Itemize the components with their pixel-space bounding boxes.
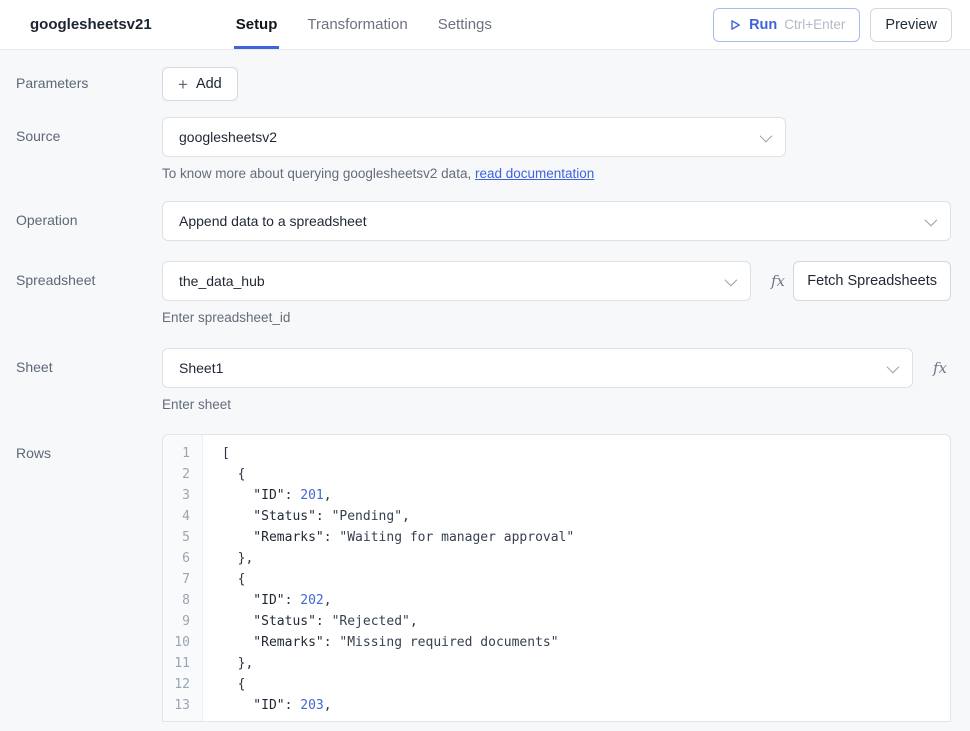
code-line: "Status": "Rejected", — [222, 611, 950, 632]
header: googlesheetsv21 Setup Transformation Setti… — [0, 0, 970, 50]
code-line: }, — [222, 548, 950, 569]
run-shortcut: Ctrl+Enter — [784, 17, 845, 32]
code-line: { — [222, 674, 950, 695]
operation-label: Operation — [16, 201, 162, 228]
rows-row: Rows 12345678910111213 [ { "ID": 201, "S… — [16, 434, 951, 722]
plus-icon: + — [178, 76, 188, 93]
add-parameter-button[interactable]: + Add — [162, 67, 238, 101]
code-line: "Status": "Pending", — [222, 506, 950, 527]
parameters-label: Parameters — [16, 67, 162, 91]
line-numbers: 12345678910111213 — [163, 435, 203, 721]
fx-toggle-icon[interactable]: fx — [929, 359, 951, 377]
selected-value: the_data_hub — [179, 273, 265, 289]
chevron-down-icon — [887, 360, 900, 373]
source-select[interactable]: googlesheetsv2 — [162, 117, 786, 157]
line-number: 7 — [163, 569, 190, 590]
line-number: 6 — [163, 548, 190, 569]
source-helper: To know more about querying googlesheets… — [162, 166, 951, 181]
add-label: Add — [196, 76, 222, 92]
query-editor: googlesheetsv21 SetupTransformationSetti… — [0, 0, 970, 722]
code-line: "ID": 201, — [222, 485, 950, 506]
tab-settings[interactable]: Settings — [436, 0, 494, 49]
line-number: 13 — [163, 695, 190, 716]
setup-panel: Parameters + Add Source googlesheetsv2 T… — [0, 50, 970, 722]
line-number: 3 — [163, 485, 190, 506]
code-line: { — [222, 464, 950, 485]
code-line: "ID": 202, — [222, 590, 950, 611]
line-number: 2 — [163, 464, 190, 485]
tab-setup[interactable]: Setup — [234, 0, 280, 49]
line-number: 10 — [163, 632, 190, 653]
preview-button[interactable]: Preview — [870, 8, 952, 42]
code-line: "Remarks": "Missing required documents" — [222, 632, 950, 653]
code-line: }, — [222, 653, 950, 674]
spreadsheet-select[interactable]: the_data_hub — [162, 261, 751, 301]
query-title: googlesheetsv21 — [30, 16, 152, 33]
fx-toggle-icon[interactable]: fx — [767, 272, 789, 290]
run-button[interactable]: Run Ctrl+Enter — [713, 8, 860, 42]
operation-select[interactable]: Append data to a spreadsheet — [162, 201, 951, 241]
documentation-link[interactable]: read documentation — [475, 166, 594, 181]
code-line: "ID": 203, — [222, 695, 950, 716]
fetch-spreadsheets-button[interactable]: Fetch Spreadsheets — [793, 261, 951, 301]
run-label: Run — [749, 17, 777, 33]
header-actions: Run Ctrl+Enter Preview — [713, 8, 952, 42]
line-number: 9 — [163, 611, 190, 632]
sheet-helper: Enter sheet — [162, 397, 951, 412]
spreadsheet-row: Spreadsheet the_data_hub fx Fetch Spread… — [16, 261, 951, 325]
source-label: Source — [16, 117, 162, 144]
selected-value: googlesheetsv2 — [179, 129, 277, 145]
code-line: "Remarks": "Waiting for manager approval… — [222, 527, 950, 548]
line-number: 12 — [163, 674, 190, 695]
sheet-select[interactable]: Sheet1 — [162, 348, 913, 388]
selected-value: Append data to a spreadsheet — [179, 213, 367, 229]
line-number: 8 — [163, 590, 190, 611]
chevron-down-icon — [760, 129, 773, 142]
tab-transformation[interactable]: Transformation — [305, 0, 409, 49]
tabs: Setup Transformation Settings — [234, 0, 494, 49]
line-number: 5 — [163, 527, 190, 548]
line-number: 11 — [163, 653, 190, 674]
play-icon — [728, 18, 742, 32]
parameters-row: Parameters + Add — [16, 67, 951, 101]
spreadsheet-helper: Enter spreadsheet_id — [162, 310, 951, 325]
chevron-down-icon — [725, 273, 738, 286]
selected-value: Sheet1 — [179, 360, 223, 376]
chevron-down-icon — [925, 213, 938, 226]
line-number: 1 — [163, 443, 190, 464]
code-content: [ { "ID": 201, "Status": "Pending", "Rem… — [203, 435, 950, 721]
sheet-row: Sheet Sheet1 fx Enter sheet — [16, 348, 951, 412]
operation-row: Operation Append data to a spreadsheet — [16, 201, 951, 241]
code-line: { — [222, 569, 950, 590]
spreadsheet-label: Spreadsheet — [16, 261, 162, 288]
sheet-label: Sheet — [16, 348, 162, 375]
source-row: Source googlesheetsv2 To know more about… — [16, 117, 951, 181]
code-line: [ — [222, 443, 950, 464]
line-number: 4 — [163, 506, 190, 527]
rows-label: Rows — [16, 434, 162, 461]
rows-code-editor[interactable]: 12345678910111213 [ { "ID": 201, "Status… — [162, 434, 951, 722]
source-helper-text: To know more about querying googlesheets… — [162, 166, 475, 181]
